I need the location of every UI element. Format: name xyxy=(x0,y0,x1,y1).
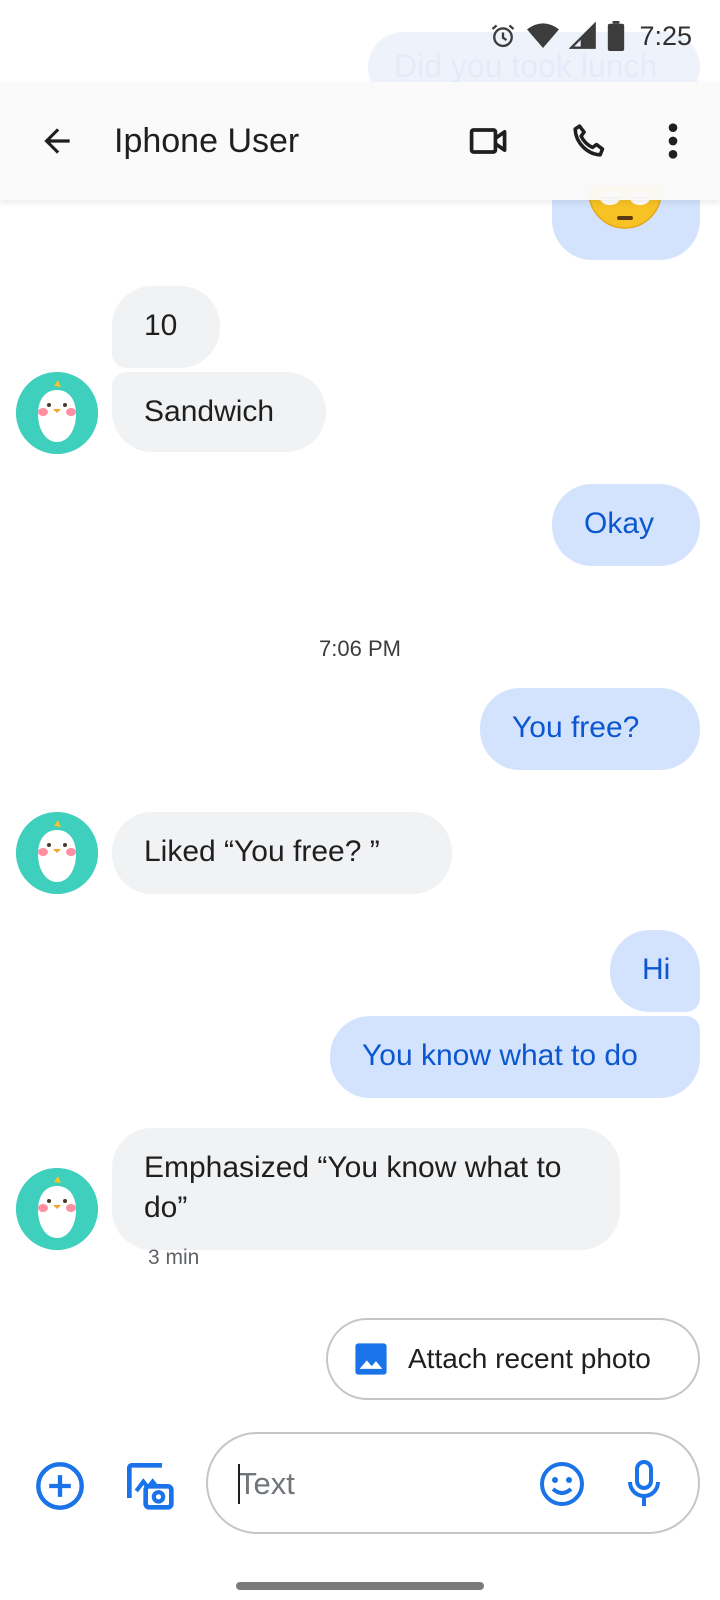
videocam-icon xyxy=(469,128,507,154)
back-button[interactable] xyxy=(32,116,82,166)
voice-call-button[interactable] xyxy=(564,116,614,166)
message-text: Sandwich xyxy=(144,395,275,428)
message-text: You know what to do xyxy=(362,1039,638,1072)
text-cursor xyxy=(238,1464,240,1504)
message-bubble-outgoing[interactable]: You know what to do xyxy=(330,1016,700,1098)
gallery-camera-button[interactable] xyxy=(120,1456,176,1512)
more-vert-icon xyxy=(668,123,678,159)
attach-recent-photo-chip[interactable]: Attach recent photo xyxy=(326,1318,700,1400)
status-icons: 7:25 xyxy=(489,18,692,54)
message-bubble-incoming[interactable]: Liked “You free? ” xyxy=(112,812,452,894)
phone-icon xyxy=(573,124,605,157)
add-attachment-button[interactable] xyxy=(34,1460,86,1512)
message-text: You free? xyxy=(512,711,640,744)
message-bubble-outgoing[interactable]: You free? xyxy=(480,688,700,770)
contact-avatar[interactable] xyxy=(16,372,98,454)
status-bar: 7:25 xyxy=(0,0,720,72)
conversation-header: Iphone User xyxy=(0,82,720,200)
contact-avatar[interactable] xyxy=(16,1168,98,1250)
message-input[interactable] xyxy=(238,1460,518,1508)
message-text: Hi xyxy=(642,953,671,986)
photo-camera-gallery-icon xyxy=(127,1463,174,1510)
add-circle-icon xyxy=(36,1462,84,1510)
message-time: 3 min xyxy=(148,1246,200,1269)
chick-avatar-icon xyxy=(16,372,98,454)
conversation-timestamp: 7:06 PM xyxy=(319,636,401,661)
compose-field[interactable] xyxy=(206,1432,700,1534)
contact-avatar[interactable] xyxy=(16,812,98,894)
message-bubble-incoming[interactable]: Sandwich xyxy=(112,372,326,452)
contact-name[interactable]: Iphone User xyxy=(114,116,299,166)
signal-icon xyxy=(569,22,597,50)
message-bubble-outgoing[interactable]: Hi xyxy=(610,930,700,1012)
voice-input-button[interactable] xyxy=(620,1458,668,1510)
arrow-back-icon xyxy=(44,128,70,154)
message-text: 10 xyxy=(144,309,178,342)
wifi-icon xyxy=(527,22,560,50)
alarm-icon xyxy=(489,22,517,50)
more-options-button[interactable] xyxy=(648,116,698,166)
chick-avatar-icon xyxy=(16,1168,98,1250)
battery-icon xyxy=(607,21,625,51)
emoji-button[interactable] xyxy=(538,1460,586,1508)
gesture-nav-handle[interactable] xyxy=(236,1582,484,1590)
message-text: Okay xyxy=(584,507,655,540)
message-bubble-incoming[interactable]: Emphasized “You know what to do” xyxy=(112,1128,620,1250)
status-time: 7:25 xyxy=(639,20,692,51)
mic-icon xyxy=(628,1460,660,1506)
chick-avatar-icon xyxy=(16,812,98,894)
image-icon xyxy=(355,1343,387,1375)
smiley-icon xyxy=(540,1462,584,1506)
chip-label: Attach recent photo xyxy=(408,1343,651,1374)
message-bubble-incoming[interactable]: 10 xyxy=(112,286,220,368)
video-call-button[interactable] xyxy=(464,116,514,166)
message-bubble-outgoing[interactable]: Okay xyxy=(552,484,700,566)
message-text: Liked “You free? ” xyxy=(144,835,380,868)
message-text: Emphasized “You know what to do” xyxy=(144,1151,562,1224)
